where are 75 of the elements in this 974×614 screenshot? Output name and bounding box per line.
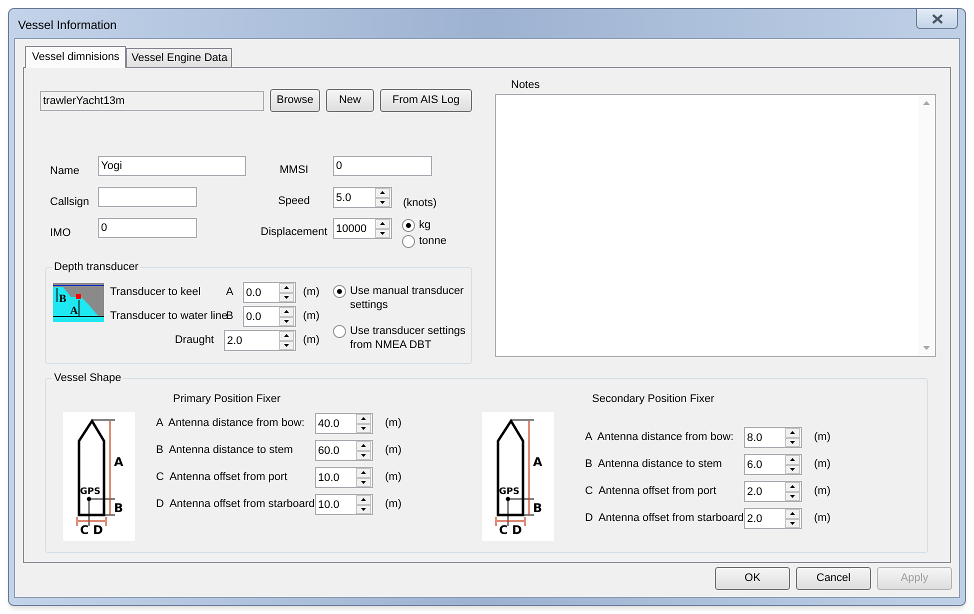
unit-label: (knots) <box>403 196 437 209</box>
field-label: A Antenna distance from bow: <box>585 430 735 446</box>
radio-button[interactable] <box>333 285 346 298</box>
field-label: B Antenna distance to stem <box>585 457 723 472</box>
field-label: C Antenna offset from port <box>585 484 718 500</box>
unit-label: (m) <box>385 497 402 512</box>
diagram-label: B <box>533 501 542 515</box>
scroll-up-icon <box>923 101 930 105</box>
unit-label: (m) <box>303 333 320 348</box>
close-button[interactable] <box>916 9 958 29</box>
cancel-button[interactable]: Cancel <box>796 567 871 590</box>
radio-label: Use manual transducer settings <box>350 284 465 312</box>
diagram-label: C <box>80 523 89 537</box>
radio-label: tonne <box>419 234 447 248</box>
field-label: Displacement <box>260 225 328 238</box>
diagram-label: C <box>499 523 508 537</box>
diagram-label: A <box>114 455 124 469</box>
radio-button[interactable] <box>402 235 415 248</box>
unit-label: (m) <box>385 443 402 458</box>
new-button[interactable]: New <box>326 89 374 112</box>
field-label: D Antenna offset from starboard <box>156 497 315 512</box>
file-field[interactable]: trawlerYacht13m <box>40 90 264 110</box>
field-label: B Antenna distance to stem <box>156 443 294 458</box>
radio-label: Use transducer settings from NMEA DBT <box>350 324 467 352</box>
transducer-drawing <box>53 283 104 322</box>
field-label: Callsign <box>49 195 90 208</box>
diagram-label: A <box>533 455 542 469</box>
field-label: D Antenna offset from starboard <box>585 511 744 526</box>
text-field[interactable] <box>98 187 197 207</box>
field-label: Draught <box>174 333 215 348</box>
field-label: MMSI <box>278 163 310 176</box>
radio-button[interactable] <box>333 325 346 338</box>
field-letter: A <box>226 285 234 300</box>
tab[interactable]: Vessel Engine Data <box>126 48 232 67</box>
import-button[interactable]: From AIS Log <box>380 89 472 112</box>
section-title: Primary Position Fixer <box>173 392 282 407</box>
field-label: IMO <box>49 226 72 239</box>
field-label: C Antenna offset from port <box>156 470 288 486</box>
group-title: Vessel Shape <box>52 371 124 385</box>
diagram-label: B <box>114 501 124 515</box>
text-field[interactable]: Yogi <box>98 156 246 176</box>
radio-button[interactable] <box>402 219 415 232</box>
text-field[interactable]: 0 <box>98 218 197 238</box>
field-label: Name <box>49 164 80 177</box>
radio-label: kg <box>419 218 431 232</box>
unit-label: (m) <box>814 511 830 526</box>
field-label: Transducer to water line <box>110 309 226 324</box>
ok-button[interactable]: OK <box>715 567 790 590</box>
window-title: Vessel Information <box>18 17 117 34</box>
group-title: Depth transducer <box>52 260 140 274</box>
field-label: Speed <box>277 194 311 207</box>
unit-label: (m) <box>814 457 830 472</box>
field-label: A Antenna distance from bow: <box>156 416 306 432</box>
field-label: Transducer to keel <box>110 285 202 300</box>
notes-label: Notes <box>510 78 541 93</box>
field-letter: B <box>226 309 234 324</box>
diagram-label: GPS <box>80 487 100 497</box>
unit-label: (m) <box>303 309 320 324</box>
unit-label: (m) <box>814 430 830 446</box>
browse-button[interactable]: Browse <box>270 89 320 112</box>
text-field[interactable]: 0 <box>333 156 432 176</box>
diagram-label: B <box>59 293 66 305</box>
diagram-label: A <box>70 305 78 317</box>
unit-label: (m) <box>385 416 402 432</box>
unit-label: (m) <box>814 484 830 500</box>
close-icon <box>932 14 942 24</box>
unit-label: (m) <box>303 285 320 300</box>
notes-field[interactable] <box>495 94 936 357</box>
diagram-label: D <box>93 523 103 537</box>
tab[interactable]: Vessel dimnisions <box>25 46 126 68</box>
diagram-label: GPS <box>499 487 520 497</box>
diagram-label: D <box>512 523 522 537</box>
section-title: Secondary Position Fixer <box>592 392 716 407</box>
unit-label: (m) <box>385 470 402 486</box>
scroll-down-icon <box>923 346 930 350</box>
